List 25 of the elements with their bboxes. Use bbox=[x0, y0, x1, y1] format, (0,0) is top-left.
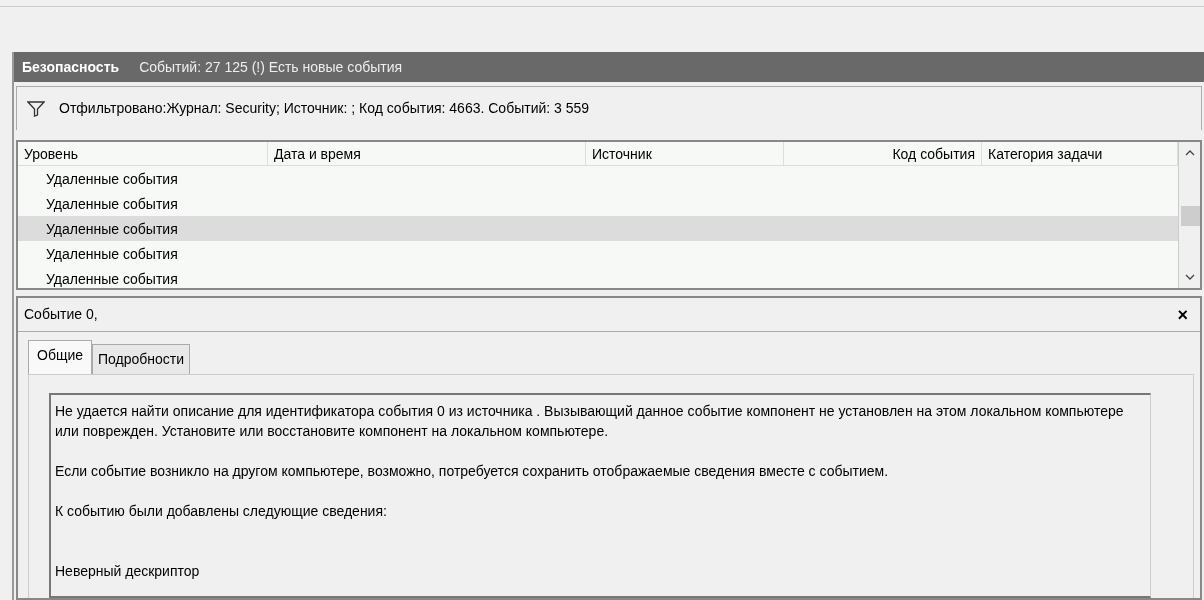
filter-description: Отфильтровано:Журнал: Security; Источник: ; Код события: 4663. Событий: 3 559 bbox=[59, 99, 590, 118]
description-text: К событию были добавлены следующие сведения: bbox=[55, 502, 388, 521]
column-header[interactable]: Код события bbox=[784, 142, 982, 165]
scrollbar-thumb[interactable] bbox=[1181, 206, 1200, 226]
table-row[interactable]: Удаленные события bbox=[18, 216, 1178, 241]
event-count-info: Событий: 27 125 (!) Есть новые события bbox=[139, 57, 403, 77]
table-row[interactable]: Удаленные события bbox=[18, 241, 1178, 266]
event-title: Событие 0, bbox=[24, 305, 98, 324]
vertical-scrollbar[interactable] bbox=[1178, 142, 1200, 288]
description-text: Неверный дескриптор bbox=[55, 562, 201, 581]
close-button[interactable]: × bbox=[1171, 304, 1194, 325]
description-text: Если событие возникло на другом компьютере, возможно, потребуется сохранить отображаемые сведения вместе с событием. bbox=[55, 462, 890, 481]
table-row[interactable]: Удаленные события bbox=[18, 266, 1178, 291]
column-header[interactable]: Уровень bbox=[18, 142, 268, 165]
tab[interactable]: Общие bbox=[28, 340, 93, 374]
column-header[interactable]: Дата и время bbox=[268, 142, 586, 165]
log-title: Безопасность bbox=[22, 57, 120, 77]
tab[interactable]: Подробности bbox=[92, 344, 191, 374]
table-row[interactable]: Удаленные события bbox=[18, 166, 1178, 191]
scroll-down-icon[interactable] bbox=[1184, 274, 1195, 280]
filter-icon bbox=[27, 100, 45, 117]
table-row[interactable]: Удаленные события bbox=[18, 191, 1178, 216]
description-text: Не удается найти описание для идентификатора события 0 из источника . Вызывающий данное событие компонент не установлен на этом локальном компьютере или поврежден. Установите или восстановите компонент на локальном компьютере. bbox=[55, 402, 1125, 441]
scroll-up-icon[interactable] bbox=[1184, 150, 1195, 156]
column-header[interactable]: Источник bbox=[586, 142, 784, 165]
